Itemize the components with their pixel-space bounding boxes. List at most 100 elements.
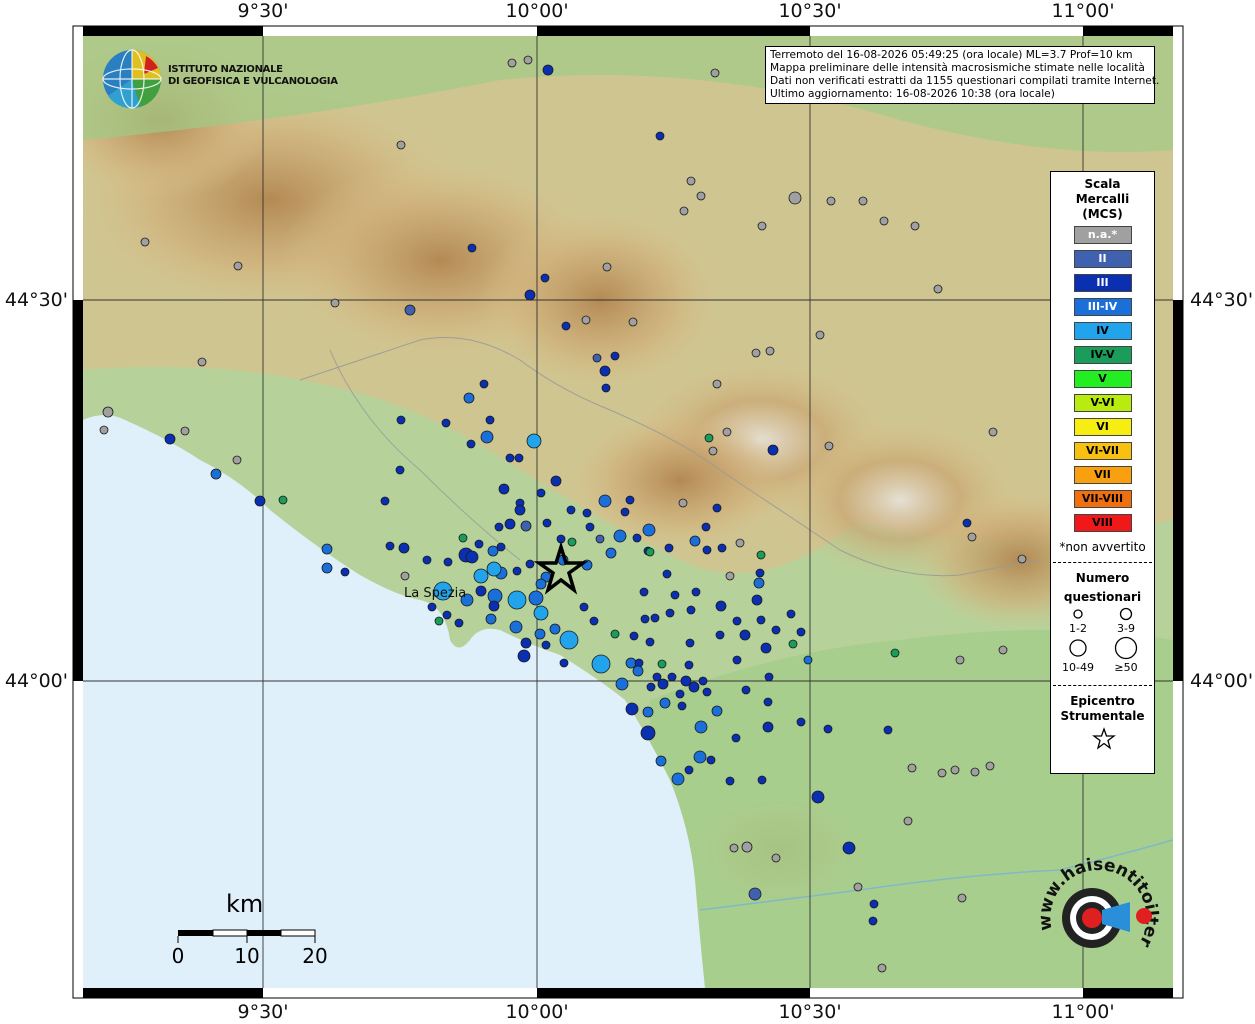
legend-panel: Scala Mercalli (MCS) n.a.* II III III-IV IV I… [1050,171,1155,774]
intensity-point [598,494,612,508]
intensity-point [725,571,735,581]
intensity-point [702,545,712,555]
intensity-point [602,262,612,272]
intensity-point [788,639,798,649]
intensity-point [715,630,725,640]
intensity-point [732,655,742,665]
intensity-point [610,629,620,639]
intensity-point [396,415,406,425]
lon-label-bottom-4: 11°00' [1051,1001,1115,1023]
intensity-point [824,441,834,451]
intensity-point [731,733,741,743]
intensity-point [877,963,887,973]
intensity-point [646,682,656,692]
intensity-point [883,725,893,735]
intensity-point [559,658,569,668]
intensity-point [385,541,395,551]
intensity-point [498,483,510,495]
intensity-point [404,304,416,316]
intensity-point [380,496,390,506]
event-info-line-3: Dati non verificati estratti da 1155 que… [770,75,1160,87]
lon-label-bottom-1: 9°30' [237,1001,289,1023]
intensity-point [741,841,753,853]
intensity-point [710,68,720,78]
intensity-point [998,645,1008,655]
size-label-1: 1-2 [1069,622,1087,635]
intensity-point [712,503,722,513]
intensity-point [717,543,727,553]
legend-title-1: Scala [1084,177,1121,191]
intensity-point [625,495,635,505]
scale-label-0: 0 [171,944,185,968]
intensity-point [786,609,796,619]
intensity-point [525,559,535,569]
legend-count-title-1: Numero [1075,571,1130,585]
intensity-point [164,433,176,445]
legend-intensity-item: IV [1073,322,1132,340]
intensity-point [732,616,742,626]
intensity-point [988,427,998,437]
lat-label-left-2: 44°00' [4,670,68,692]
intensity-point [748,887,762,901]
intensity-point [512,566,522,576]
intensity-point [711,705,723,717]
intensity-point [763,697,773,707]
epicenter-star-icon [1092,727,1116,750]
intensity-point [686,176,696,186]
intensity-point [756,550,766,560]
intensity-point [811,790,825,804]
intensity-point [675,689,685,699]
lat-label-right-2: 44°00' [1190,670,1254,692]
intensity-point [694,720,708,734]
intensity-point [826,196,836,206]
intensity-point [625,657,637,669]
intensity-point [520,520,532,532]
intensity-point [422,555,432,565]
legend-epi-title-2: Strumentale [1060,709,1145,723]
intensity-point [640,725,656,741]
intensity-point [620,507,630,517]
intensity-point [698,676,708,686]
legend-intensity-item: V-VI [1073,394,1132,412]
legend-intensity-item: n.a.* [1073,226,1132,244]
intensity-point [534,628,546,640]
intensity-point [684,765,694,775]
intensity-point [321,562,333,574]
intensity-point [890,648,900,658]
intensity-point [140,237,150,247]
legend-intensity-item: VII-VIII [1073,490,1132,508]
intensity-point [962,518,972,528]
legend-separator-2 [1053,685,1152,686]
intensity-point [910,221,920,231]
intensity-point [815,330,825,340]
intensity-point [937,768,947,778]
intensity-point [957,893,967,903]
intensity-point [632,665,644,677]
intensity-point [662,569,672,579]
lon-label-bottom-3: 10°30' [778,1001,842,1023]
intensity-point [771,853,781,863]
intensity-point [536,488,546,498]
intensity-point [1017,554,1027,564]
intensity-point [751,594,763,606]
intensity-point [858,196,868,206]
intensity-point [678,498,688,508]
intensity-point [671,772,685,786]
legend-note: *non avvertito [1059,540,1146,554]
legend-title-3: (MCS) [1082,207,1123,221]
intensity-point [487,545,499,557]
intensity-point [526,433,542,449]
intensity-point [756,615,766,625]
intensity-point [639,587,649,597]
intensity-point [567,537,577,547]
lon-label-bottom-2: 10°00' [505,1001,569,1023]
intensity-point [589,616,599,626]
intensity-point [582,508,592,518]
intensity-point [542,518,552,528]
intensity-point [879,216,889,226]
intensity-point [480,430,494,444]
intensity-point [605,547,617,559]
intensity-point [706,755,716,765]
intensity-point [842,841,856,855]
intensity-point [677,701,687,711]
